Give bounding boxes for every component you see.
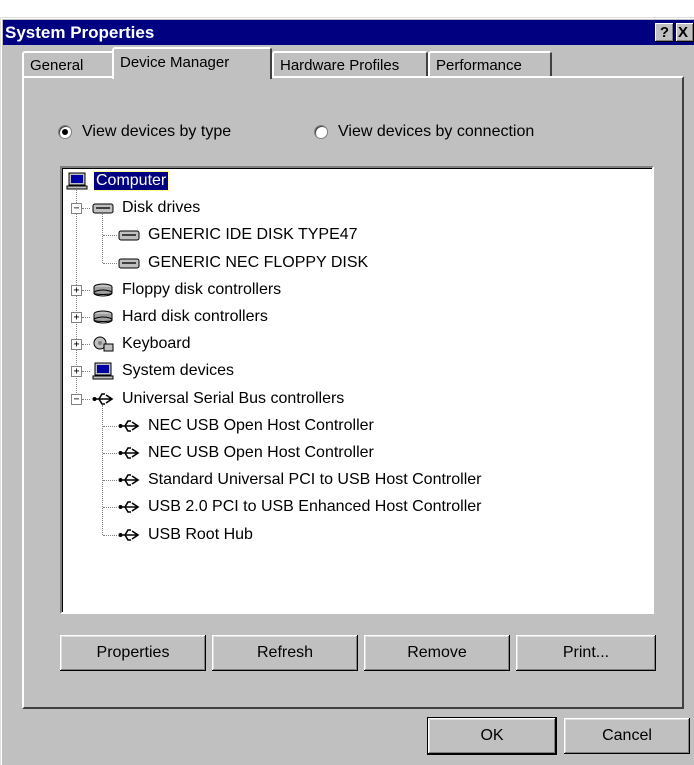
tree-item-label: System devices [122, 362, 235, 380]
tree-item-label: Hard disk controllers [122, 308, 268, 325]
view-by-connection-label: View devices by connection [338, 123, 535, 140]
device-item[interactable]: USB 2.0 PCI to USB Enhanced Host Control… [118, 497, 484, 517]
device-item[interactable]: Standard Universal PCI to USB Host Contr… [118, 470, 483, 490]
usb-icon [118, 526, 140, 544]
tree-connector-line [82, 289, 90, 291]
tab-hardware-profiles[interactable]: Hardware Profiles [272, 51, 428, 77]
tree-connector-line [82, 371, 90, 373]
tree-item-label: GENERIC IDE DISK TYPE47 [148, 226, 358, 244]
device-category[interactable]: Disk drives [92, 198, 202, 218]
view-by-type-label: View devices by type [82, 123, 232, 140]
tree-connector-line [103, 534, 117, 536]
view-by-connection-option[interactable]: View devices by connection [314, 123, 534, 141]
device-category[interactable]: Keyboard [92, 334, 193, 354]
device-category[interactable]: Floppy disk controllers [92, 280, 283, 300]
close-button[interactable]: X [676, 23, 694, 42]
tree-connector-line [103, 262, 117, 264]
tree-item-label: USB 2.0 PCI to USB Enhanced Host Control… [148, 498, 482, 516]
expand-toggle[interactable]: + [71, 284, 82, 296]
usb-icon [118, 417, 140, 435]
disk-drive-icon [118, 254, 140, 272]
tab-hardware-profiles-label: Hardware Profiles [280, 56, 400, 74]
tree-item-label: Computer [92, 171, 170, 191]
ok-button[interactable]: OK [427, 717, 557, 755]
expand-toggle[interactable]: + [71, 339, 82, 351]
usb-icon [118, 471, 140, 489]
tree-item-label: NEC USB Open Host Controller [148, 416, 374, 434]
properties-button[interactable]: Properties [60, 635, 206, 671]
remove-button[interactable]: Remove [364, 635, 510, 671]
tab-general-label: General [30, 56, 84, 74]
refresh-button[interactable]: Refresh [212, 635, 358, 671]
tree-item-label: GENERIC NEC FLOPPY DISK [148, 253, 369, 271]
device-manager-panel: View devices by type View devices by con… [22, 76, 684, 709]
tree-connector-line [102, 404, 103, 535]
help-button[interactable]: ? [655, 23, 674, 42]
view-by-type-option[interactable]: View devices by type [58, 123, 231, 141]
device-item[interactable]: USB Root Hub [118, 525, 255, 545]
view-by-connection-radio[interactable] [314, 125, 328, 139]
tree-connector-line [103, 425, 117, 427]
device-category[interactable]: Hard disk controllers [92, 307, 270, 327]
tree-item-label: Universal Serial Bus controllers [122, 389, 345, 407]
collapse-toggle[interactable]: − [71, 203, 82, 215]
device-item[interactable]: GENERIC IDE DISK TYPE47 [118, 225, 360, 245]
tree-item-label: Keyboard [122, 335, 191, 353]
device-tree[interactable]: Computer Disk drives − GENERIC IDE DISK TYP… [60, 166, 654, 614]
tree-connector-line [103, 480, 117, 482]
tree-connector-line [103, 507, 117, 509]
tree-item-label: NEC USB Open Host Controller [148, 444, 374, 461]
window-title: System Properties [5, 22, 155, 42]
computer-icon [92, 362, 114, 380]
tree-connector-line [82, 344, 90, 346]
tree-connector-line [102, 214, 103, 263]
tree-item-label: Standard Universal PCI to USB Host Contr… [148, 471, 482, 489]
tab-general[interactable]: General [22, 51, 115, 77]
print-button[interactable]: Print... [516, 635, 656, 671]
expand-toggle[interactable]: + [71, 312, 82, 323]
usb-icon [92, 390, 114, 408]
tree-connector-line [82, 208, 90, 210]
computer-icon [66, 172, 88, 190]
tree-connector-line [103, 453, 117, 454]
usb-icon [118, 444, 140, 462]
expand-toggle[interactable]: + [71, 366, 82, 378]
collapse-toggle[interactable]: − [71, 393, 82, 405]
tab-performance-label: Performance [436, 56, 522, 74]
tree-item-label: Disk drives [122, 199, 201, 217]
device-item[interactable]: GENERIC NEC FLOPPY DISK [118, 253, 370, 273]
view-by-type-radio[interactable] [58, 125, 72, 139]
tree-connector-line [103, 235, 117, 237]
device-category[interactable]: Universal Serial Bus controllers [92, 389, 346, 409]
device-item[interactable]: NEC USB Open Host Controller [118, 416, 376, 436]
usb-icon [118, 498, 140, 516]
tree-connector-line [82, 317, 90, 318]
device-category[interactable]: System devices [92, 361, 236, 381]
tree-connector-line [82, 398, 90, 400]
tab-performance[interactable]: Performance [428, 51, 552, 77]
tab-device-manager[interactable]: Device Manager [112, 47, 272, 79]
keyboard-icon [92, 335, 114, 353]
title-bar[interactable]: System Properties ? X [3, 20, 694, 45]
disk-controller-icon [92, 281, 114, 299]
tab-device-manager-label: Device Manager [120, 53, 230, 71]
cancel-button[interactable]: Cancel [564, 718, 690, 754]
disk-drive-icon [118, 226, 140, 244]
tree-item-label: Floppy disk controllers [122, 280, 282, 298]
tree-item-label: USB Root Hub [148, 525, 253, 543]
device-item[interactable]: NEC USB Open Host Controller [118, 443, 376, 463]
tree-root-computer[interactable]: Computer [66, 171, 170, 191]
disk-controller-icon [92, 308, 114, 326]
disk-drive-icon [92, 199, 114, 217]
